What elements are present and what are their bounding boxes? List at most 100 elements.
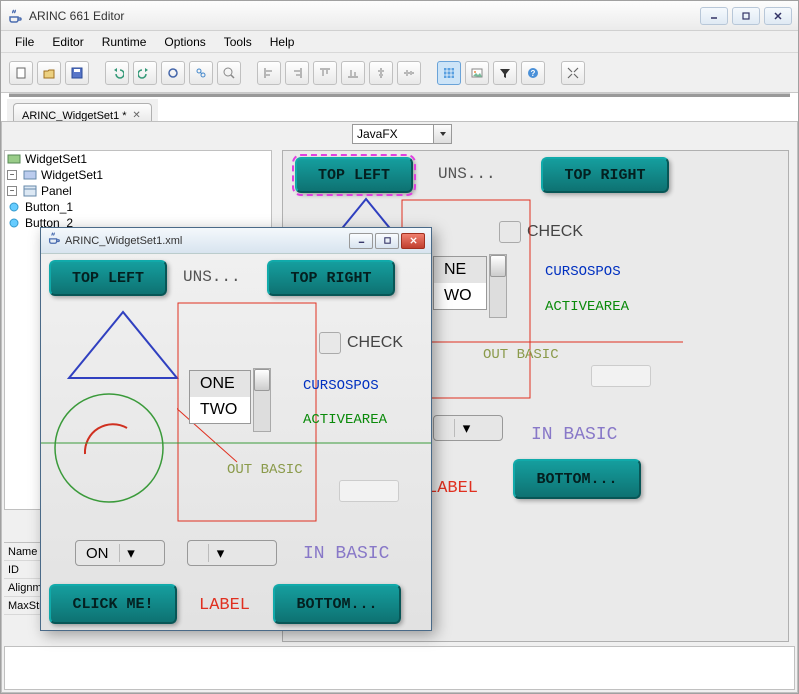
- widgetset-icon: [23, 168, 37, 182]
- child-minimize-button[interactable]: [349, 233, 373, 249]
- label-outbasic: OUT BASIC: [227, 462, 303, 478]
- child-title: ARINC_WidgetSet1.xml: [61, 235, 349, 247]
- label-label: LABEL: [427, 479, 478, 498]
- label-inbasic: IN BASIC: [303, 544, 389, 564]
- tool-align-top-icon[interactable]: [313, 61, 337, 85]
- list-item[interactable]: TWO: [190, 397, 250, 423]
- child-maximize-button[interactable]: [375, 233, 399, 249]
- runtime-canvas: TOP LEFT UNS... TOP RIGHT CHECK ONE TWO …: [41, 254, 431, 630]
- child-close-button[interactable]: [401, 233, 425, 249]
- expand-icon[interactable]: −: [7, 186, 17, 196]
- close-button[interactable]: [764, 7, 792, 25]
- button-top-right[interactable]: TOP RIGHT: [267, 260, 395, 296]
- list-item[interactable]: ONE: [190, 371, 250, 397]
- label-uns: UNS...: [438, 165, 496, 183]
- menu-file[interactable]: File: [7, 33, 42, 51]
- tool-save[interactable]: [65, 61, 89, 85]
- list-item[interactable]: NE: [434, 257, 486, 283]
- button-click-me[interactable]: CLICK ME!: [49, 584, 177, 624]
- tool-undo-icon[interactable]: [105, 61, 129, 85]
- chevron-down-icon[interactable]: ▾: [119, 544, 143, 562]
- combo-empty[interactable]: ▾: [187, 540, 277, 566]
- listbox[interactable]: ONE TWO: [189, 370, 251, 424]
- menu-help[interactable]: Help: [262, 33, 303, 51]
- tool-image-icon[interactable]: [465, 61, 489, 85]
- chevron-down-icon[interactable]: ▾: [454, 419, 478, 437]
- tree-node[interactable]: Button_1: [5, 199, 271, 215]
- titlebar: ARINC 661 Editor: [1, 1, 798, 31]
- button-top-left[interactable]: TOP LEFT: [49, 260, 167, 296]
- runtime-window: ARINC_WidgetSet1.xml TOP LEFT UNS... TOP…: [40, 227, 432, 631]
- tool-zoom-icon[interactable]: [217, 61, 241, 85]
- circle-icon: [49, 388, 169, 508]
- listbox[interactable]: NE WO: [433, 256, 487, 310]
- tool-align-vcenter-icon[interactable]: [397, 61, 421, 85]
- tool-redo-icon[interactable]: [133, 61, 157, 85]
- label-cursospos: CURSOSPOS: [545, 264, 621, 280]
- label-outbasic: OUT BASIC: [483, 347, 559, 363]
- tool-new[interactable]: [9, 61, 33, 85]
- java-icon: [7, 8, 23, 24]
- checkbox[interactable]: [319, 332, 341, 354]
- tool-align-hcenter-icon[interactable]: [369, 61, 393, 85]
- bullet-icon: [7, 216, 21, 230]
- renderer-input[interactable]: [353, 125, 433, 143]
- check-widget[interactable]: CHECK: [319, 332, 403, 354]
- app-title: ARINC 661 Editor: [29, 9, 700, 23]
- tool-align-right-icon[interactable]: [285, 61, 309, 85]
- renderer-select: [352, 124, 452, 144]
- small-field[interactable]: [591, 365, 651, 387]
- menu-runtime[interactable]: Runtime: [94, 33, 155, 51]
- button-top-left[interactable]: TOP LEFT: [295, 157, 413, 193]
- scrollbar[interactable]: [253, 368, 271, 432]
- status-bar: [4, 646, 795, 690]
- scrollbar[interactable]: [489, 254, 507, 318]
- tool-filter-icon[interactable]: [493, 61, 517, 85]
- green-line: [41, 442, 431, 444]
- list-item[interactable]: WO: [434, 283, 486, 309]
- tree-root[interactable]: WidgetSet1: [5, 151, 271, 167]
- combo-on[interactable]: ON▾: [75, 540, 165, 566]
- panel-icon: [23, 184, 37, 198]
- scroll-thumb[interactable]: [254, 369, 270, 391]
- menubar: File Editor Runtime Options Tools Help: [1, 31, 798, 53]
- button-top-right[interactable]: TOP RIGHT: [541, 157, 669, 193]
- separator: [9, 93, 790, 97]
- java-icon: [47, 231, 61, 250]
- triangle-icon: [63, 308, 183, 384]
- scroll-thumb[interactable]: [490, 255, 506, 277]
- minimize-button[interactable]: [700, 7, 728, 25]
- tool-link-icon[interactable]: [189, 61, 213, 85]
- expand-icon[interactable]: −: [7, 170, 17, 180]
- bullet-icon: [7, 200, 21, 214]
- child-titlebar[interactable]: ARINC_WidgetSet1.xml: [41, 228, 431, 254]
- label-cursospos: CURSOSPOS: [303, 378, 379, 394]
- tool-refresh-icon[interactable]: [161, 61, 185, 85]
- tree-node[interactable]: − WidgetSet1: [5, 167, 271, 183]
- combo-empty[interactable]: ▾: [433, 415, 503, 441]
- tab-label: ARINC_WidgetSet1 *: [22, 110, 127, 122]
- tool-align-bottom-icon[interactable]: [341, 61, 365, 85]
- menu-options[interactable]: Options: [156, 33, 213, 51]
- menu-tools[interactable]: Tools: [216, 33, 260, 51]
- tool-open[interactable]: [37, 61, 61, 85]
- label-activearea: ACTIVEAREA: [303, 412, 387, 428]
- menu-editor[interactable]: Editor: [44, 33, 91, 51]
- chevron-down-icon[interactable]: [433, 125, 451, 143]
- small-field[interactable]: [339, 480, 399, 502]
- label-uns: UNS...: [183, 268, 241, 286]
- tool-align-left-icon[interactable]: [257, 61, 281, 85]
- chevron-down-icon[interactable]: ▾: [208, 544, 232, 562]
- svg-text:?: ?: [531, 69, 536, 78]
- tool-grid-icon[interactable]: [437, 61, 461, 85]
- button-bottom-right[interactable]: BOTTOM...: [513, 459, 641, 499]
- button-bottom-right[interactable]: BOTTOM...: [273, 584, 401, 624]
- tool-collapse-icon[interactable]: [561, 61, 585, 85]
- tab-close-icon[interactable]: ✕: [131, 110, 143, 122]
- label-inbasic: IN BASIC: [531, 425, 617, 445]
- maximize-button[interactable]: [732, 7, 760, 25]
- label-label: LABEL: [199, 596, 250, 615]
- tree-node[interactable]: − Panel: [5, 183, 271, 199]
- tool-help-icon[interactable]: ?: [521, 61, 545, 85]
- widgetset-icon: [7, 152, 21, 166]
